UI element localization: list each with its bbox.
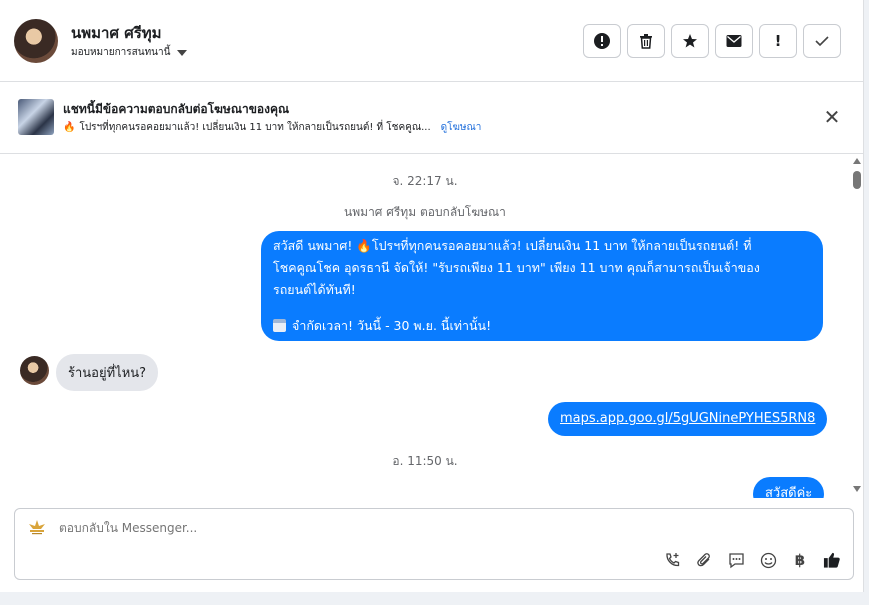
scrollbar[interactable] [851,156,863,496]
check-icon [815,36,829,47]
banner-subtitle-text: โปรฯที่ทุกคนรอคอยมาแล้ว! เปลี่ยนเงิน 11 … [79,122,431,133]
caret-down-icon [177,49,188,56]
scroll-up-icon[interactable] [853,158,861,164]
fire-icon: 🔥 [63,122,76,133]
view-ad-link[interactable]: ดูโฆษณา [441,120,482,135]
mark-done-button[interactable] [803,24,841,58]
important-icon: ! [774,32,782,50]
header-actions: ! [583,24,841,58]
banner-title: แชทนี้มีข้อความตอบกลับต่อโฆษณาของคุณ [63,102,290,116]
composer-tools: ฿ [663,551,841,569]
mark-important-button[interactable]: ! [759,24,797,58]
assign-label: มอบหมายการสนทนานี้ [71,47,171,58]
page-logo-icon [29,520,45,535]
thumbs-up-icon[interactable] [823,551,841,569]
spam-icon [594,33,610,49]
ad-reply-note: นพมาศ ศรีทุม ตอบกลับโฆษณา [344,205,506,219]
scroll-down-icon[interactable] [853,486,861,492]
mark-unread-button[interactable] [715,24,753,58]
assign-conversation-dropdown[interactable]: มอบหมายการสนทนานี้ [71,45,188,60]
message-line-wrap: จำกัดเวลา! วันนี้ - 30 พ.ย. นี้เท่านั้น! [273,315,811,337]
message-line: โชคคูณโชค อุดรธานี จัดให้! "รับรถเพียง 1… [273,260,760,275]
mail-icon [726,35,742,47]
attach-icon[interactable] [695,551,713,569]
conversation-panel: นพมาศ ศรีทุม มอบหมายการสนทนานี้ ! แชทนี้… [0,0,864,592]
scroll-thumb[interactable] [853,171,861,189]
baht-icon[interactable]: ฿ [791,551,809,569]
outgoing-link-message[interactable]: maps.app.goo.gl/5gUGNinePYHES5RN8 [548,402,828,436]
timestamp: จ. 22:17 น. [392,174,458,188]
emoji-icon[interactable] [759,551,777,569]
outgoing-message[interactable]: สวัสดีค่ะ [753,477,825,498]
message-line: สวัสดี นพมาศ! 🔥โปรฯที่ทุกคนรอคอยมาแล้ว! … [273,238,752,253]
calendar-icon [273,319,286,332]
saved-reply-icon[interactable] [727,551,745,569]
timestamp: อ. 11:50 น. [392,454,458,468]
contact-name[interactable]: นพมาศ ศรีทุม [71,21,162,45]
star-button[interactable] [671,24,709,58]
message-line: รถยนต์ได้ทันที! [273,282,356,297]
star-icon [683,34,697,48]
call-add-icon[interactable] [663,551,681,569]
avatar[interactable] [14,19,58,63]
message-thread[interactable]: จ. 22:17 น. นพมาศ ศรีทุม ตอบกลับโฆษณา สว… [0,154,850,498]
delete-button[interactable] [627,24,665,58]
outgoing-ad-message[interactable]: สวัสดี นพมาศ! 🔥โปรฯที่ทุกคนรอคอยมาแล้ว! … [261,231,823,341]
message-composer: ฿ [14,508,854,580]
avatar[interactable] [20,356,49,385]
ad-thumbnail[interactable] [18,99,54,135]
maps-link[interactable]: maps.app.goo.gl/5gUGNinePYHES5RN8 [560,411,815,426]
trash-icon [640,34,652,49]
mark-spam-button[interactable] [583,24,621,58]
incoming-message[interactable]: ร้านอยู่ที่ไหน? [56,354,159,391]
reply-input[interactable] [59,521,759,535]
conversation-header: นพมาศ ศรีทุม มอบหมายการสนทนานี้ ! [0,0,864,82]
close-icon[interactable]: ✕ [822,107,842,128]
ad-reply-banner: แชทนี้มีข้อความตอบกลับต่อโฆษณาของคุณ 🔥 โ… [0,82,864,154]
message-line: จำกัดเวลา! วันนี้ - 30 พ.ย. นี้เท่านั้น! [292,318,492,333]
banner-subtitle: 🔥 โปรฯที่ทุกคนรอคอยมาแล้ว! เปลี่ยนเงิน 1… [63,120,481,135]
